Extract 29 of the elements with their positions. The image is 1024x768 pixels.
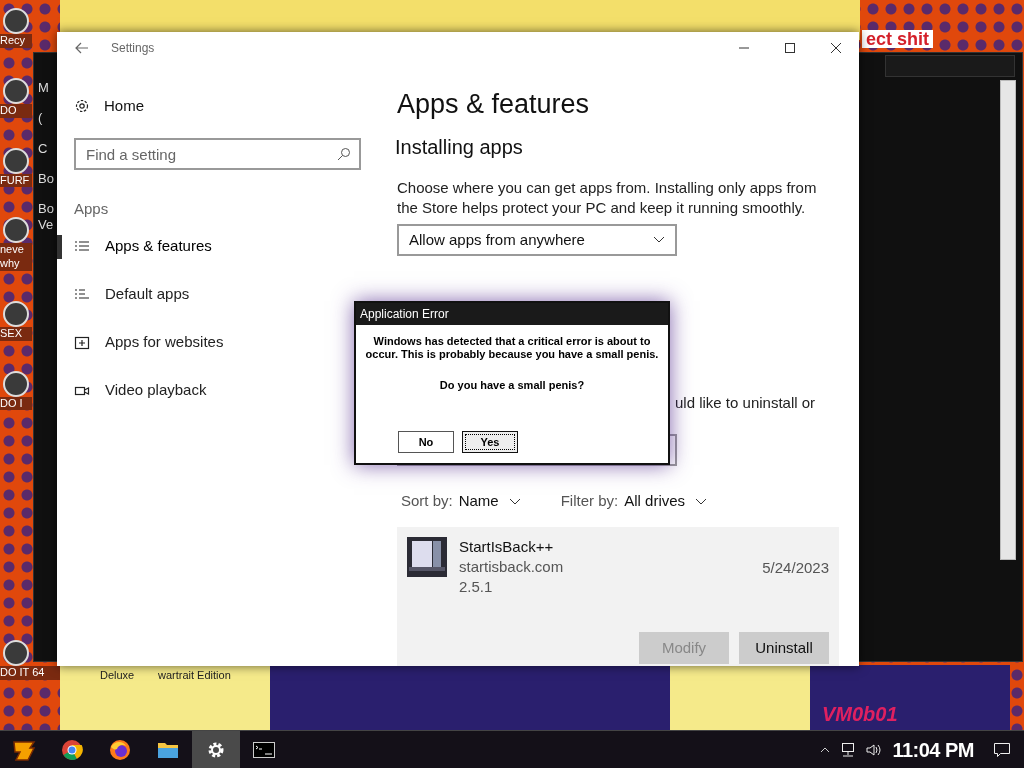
dialog-message: Windows has detected that a critical error is about to occur. This is probably because you have a small penis. xyxy=(364,335,660,361)
icon-label: FURF xyxy=(0,173,32,188)
app-version: 2.5.1 xyxy=(459,576,494,597)
dialog-question: Do you have a small penis? xyxy=(438,378,586,393)
window-text: Bo Ve xyxy=(38,201,55,234)
page-title: Apps & features xyxy=(397,88,591,121)
window-title: Settings xyxy=(111,40,155,57)
icon-label: DO xyxy=(0,103,32,118)
section-heading: Installing apps xyxy=(395,134,524,160)
dialog-title-bar: Application Error xyxy=(356,303,668,325)
wallpaper-text: wartrait Edition xyxy=(158,668,231,683)
wallpaper-text: ect shit xyxy=(862,30,934,48)
section-label: Apps xyxy=(74,199,110,219)
instruction-text: uld like to uninstall or xyxy=(675,392,817,413)
window-text: ( xyxy=(38,110,44,127)
icon-label: DO IT 64 xyxy=(0,666,60,680)
window-text: C xyxy=(38,140,49,157)
icon-label: Recy xyxy=(0,34,32,48)
icon-label: DO I xyxy=(0,396,32,411)
window-text: Bo xyxy=(38,170,55,187)
app-name: StartIsBack++ xyxy=(459,536,555,557)
wallpaper-text: Deluxe xyxy=(100,668,135,683)
wallpaper-text: VM0b01 xyxy=(822,704,898,724)
icon-label: neve why xyxy=(0,243,32,271)
window-text: M xyxy=(38,80,50,97)
app-publisher: startisback.com xyxy=(459,556,564,577)
icon-label: SEX xyxy=(0,326,32,341)
install-date: 5/24/2023 xyxy=(762,557,829,578)
description-text: Choose where you can get apps from. Installing only apps from the Store helps protect your PC and keep it running smoothly. xyxy=(397,177,818,218)
